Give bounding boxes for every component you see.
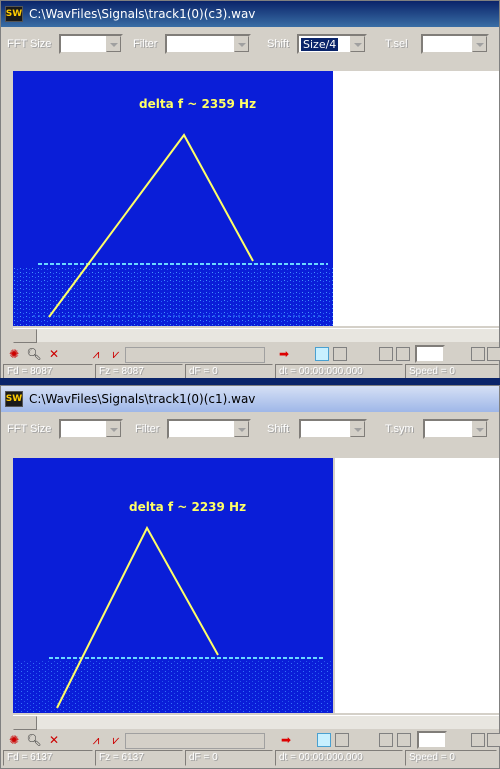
fft-size-label: FFT Size [7,38,52,50]
filter-combo[interactable] [165,34,251,54]
chart-down-icon[interactable]: ⩗ [107,345,125,363]
noise-band [13,660,333,713]
spectrogram-plot[interactable]: delta f ~ 2239 Hz [13,458,333,713]
delta-annotation: delta f ~ 2239 Hz [129,500,247,514]
empty-area [333,71,499,326]
bottom-toolbar: ✺ 🔍︎ ✕ ⩘ ⩗ ➡ [1,343,500,365]
status-speed: Speed = 0 [405,750,497,766]
bottom-toolbar: ✺ 🔍︎ ✕ ⩘ ⩗ ➡ [1,729,500,751]
shift-combo[interactable]: Size/4 [297,34,367,54]
tsel-label: T.sel [385,38,408,50]
toggle-box-3[interactable] [379,347,393,361]
shift-combo[interactable] [299,419,367,439]
position-field[interactable] [125,347,265,363]
fft-size-label: FFT Size [7,423,52,435]
toggle-box-2[interactable] [335,733,349,747]
window-title: C:\WavFiles\Signals\track1(0)(c3).wav [29,7,256,21]
toggle-box-2[interactable] [333,347,347,361]
shift-label: Shift [267,38,290,50]
zoom-icon[interactable]: 🔍︎ [25,731,43,749]
toggle-box-4[interactable] [397,733,411,747]
toggle-box-1[interactable] [315,347,329,361]
toolbar: FFT Size Filter Shift Size/4 T.sel [1,31,499,57]
toggle-box-6[interactable] [487,733,500,747]
app-icon[interactable]: SW [5,391,23,407]
zoom-icon[interactable]: 🔍︎ [25,345,43,363]
horizontal-scrollbar[interactable] [13,715,499,730]
status-df: dF = 0 [185,750,273,766]
filter-combo[interactable] [167,419,251,439]
chevron-down-icon[interactable] [234,36,249,52]
status-bar: Fd = 6137 Fz = 6137 dF = 0 dt = 00:00:00… [1,750,499,766]
tsym-combo[interactable] [423,419,489,439]
title-bar[interactable]: SW C:\WavFiles\Signals\track1(0)(c3).wav [1,1,499,27]
spectrogram-window-1: SW C:\WavFiles\Signals\track1(0)(c3).wav… [0,0,500,382]
chevron-down-icon[interactable] [350,421,365,437]
red-arrow-icon[interactable]: ➡ [277,731,295,749]
red-arrow-icon[interactable]: ➡ [275,345,293,363]
toggle-box-5[interactable] [471,733,485,747]
chart-up-icon[interactable]: ⩘ [87,345,105,363]
chevron-down-icon[interactable] [350,36,365,52]
title-bar[interactable]: SW C:\WavFiles\Signals\track1(0)(c1).wav [1,386,499,412]
snowflake-icon[interactable]: ✺ [5,345,23,363]
tsym-label: T.sym [385,423,414,435]
chevron-down-icon[interactable] [106,36,121,52]
spectrogram-svg [13,525,333,713]
snowflake-icon[interactable]: ✺ [5,731,23,749]
window-separator [0,378,500,385]
value-field[interactable] [415,345,445,363]
toggle-box-3[interactable] [379,733,393,747]
status-fz: Fz = 6137 [95,750,183,766]
toggle-box-6[interactable] [487,347,500,361]
scroll-thumb[interactable] [13,716,37,730]
chevron-down-icon[interactable] [106,421,121,437]
spectrogram-window-2: SW C:\WavFiles\Signals\track1(0)(c1).wav… [0,385,500,769]
status-fd: Fd = 6137 [3,750,93,766]
value-field[interactable] [417,731,447,749]
delete-icon[interactable]: ✕ [45,731,63,749]
delete-icon[interactable]: ✕ [45,345,63,363]
chart-up-icon[interactable]: ⩘ [87,731,105,749]
chart-down-icon[interactable]: ⩗ [107,731,125,749]
shift-value: Size/4 [301,38,339,51]
filter-label: Filter [135,423,160,435]
toggle-box-4[interactable] [396,347,410,361]
app-icon[interactable]: SW [5,6,23,22]
chevron-down-icon[interactable] [472,36,487,52]
fft-size-combo[interactable] [59,419,123,439]
empty-area [335,458,499,713]
fft-size-combo[interactable] [59,34,123,54]
toggle-box-5[interactable] [471,347,485,361]
toggle-box-1[interactable] [317,733,331,747]
scroll-thumb[interactable] [13,329,37,343]
tsel-combo[interactable] [421,34,489,54]
filter-label: Filter [133,38,158,50]
chevron-down-icon[interactable] [472,421,487,437]
shift-label: Shift [267,423,290,435]
spectrogram-plot[interactable]: delta f ~ 2359 Hz [13,71,333,326]
position-field[interactable] [125,733,265,749]
status-dt: dt = 00:00:000.000 [275,750,403,766]
chevron-down-icon[interactable] [234,421,249,437]
delta-annotation: delta f ~ 2359 Hz [139,97,257,111]
noise-band [13,266,333,326]
window-title: C:\WavFiles\Signals\track1(0)(c1).wav [29,392,256,406]
toolbar: FFT Size Filter Shift T.sym [1,416,499,442]
horizontal-scrollbar[interactable] [13,328,499,343]
